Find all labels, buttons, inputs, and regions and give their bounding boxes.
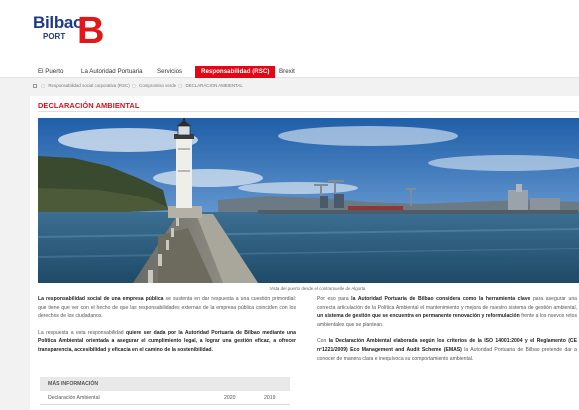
right-p1-bold-1: la Autoridad Portuaria de Bilbao conside… [351,296,531,302]
right-paragraph-1: Por eso para la Autoridad Portuaria de B… [317,295,577,329]
nav-item-brexit[interactable]: Brexit [273,66,301,78]
logo-wordmark-bilbao: Bilbao [33,13,84,32]
breadcrumb-item-compromiso-verde[interactable]: Compromiso verde [139,83,176,88]
bilbao-port-logo[interactable]: Bilbao PORT B [33,10,105,56]
breadcrumb-separator-icon: ▢ [178,83,183,88]
right-paragraph-2: Con la Declaración Ambiental elaborada s… [317,337,577,363]
right-p1-bold-2: un sistema de gestión que se encuentra e… [317,313,520,320]
download-link-2020[interactable]: 2020 [224,391,236,405]
more-info-heading: MÁS INFORMACIÓN [40,377,290,391]
intro-paragraph-2: La respuesta a esta responsabilidad quie… [38,329,296,355]
site-header: Bilbao PORT B [0,0,579,66]
title-divider [38,111,577,112]
breadcrumb-item-rsc[interactable]: Responsabilidad social corporativa (RSC) [48,83,129,88]
main-nav: El Puerto La Autoridad Portuaria Servici… [0,66,579,78]
home-icon[interactable] [33,83,37,88]
download-link-2019[interactable]: 2019 [264,391,276,405]
hero-photo-illustration [38,118,579,283]
breadcrumb: ▢ Responsabilidad social corporativa (RS… [33,82,243,90]
nav-item-servicios[interactable]: Servicios [151,66,188,78]
nav-item-el-puerto[interactable]: El Puerto [32,66,69,78]
intro-right-column: Por eso para la Autoridad Portuaria de B… [317,295,577,371]
breadcrumb-separator-icon: ▢ [41,83,46,88]
right-p2-text-1: Con [317,338,329,345]
intro-left-column: La responsabilidad social de una empresa… [38,295,296,363]
table-row: Declaración Ambiental 2020 2019 [40,391,290,405]
breadcrumb-separator-icon: ▢ [131,83,136,88]
nav-item-autoridad-portuaria[interactable]: La Autoridad Portuaria [75,66,149,78]
row-label: Declaración Ambiental [48,395,100,401]
hero-photo-port-lighthouse [38,118,579,283]
intro-p1-bold: La responsabilidad social de una empresa… [38,296,164,302]
more-info-table: MÁS INFORMACIÓN Declaración Ambiental 20… [40,377,290,405]
logo-wordmark-port: PORT [43,32,66,41]
nav-item-responsabilidad[interactable]: Responsabilidad (RSC) [195,66,276,78]
page-title: DECLARACIÓN AMBIENTAL [38,101,140,110]
logo-b-mark: B [77,10,105,52]
content-card: DECLARACIÓN AMBIENTAL Vista del puerto d… [30,96,579,410]
hero-caption: Vista del puerto desde el contramuelle d… [269,286,366,291]
intro-paragraph-1: La responsabilidad social de una empresa… [38,295,296,321]
breadcrumb-item-current: DECLARACION AMBIENTAL [185,83,243,88]
right-p1-text-1: Por eso para [317,296,352,302]
intro-p2-text: La respuesta a esta responsabilidad [38,329,126,336]
